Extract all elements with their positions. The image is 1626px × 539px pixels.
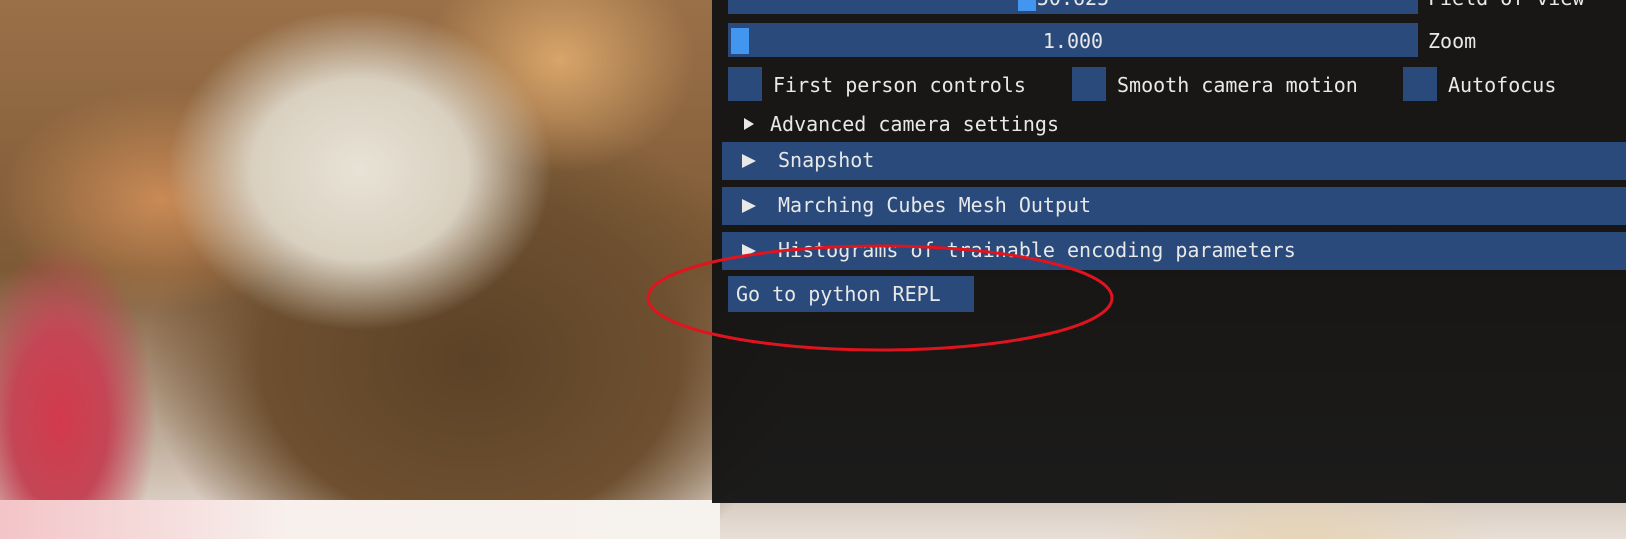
highlight-annotation (646, 244, 1114, 352)
red-highlight-ellipse (646, 244, 1114, 352)
